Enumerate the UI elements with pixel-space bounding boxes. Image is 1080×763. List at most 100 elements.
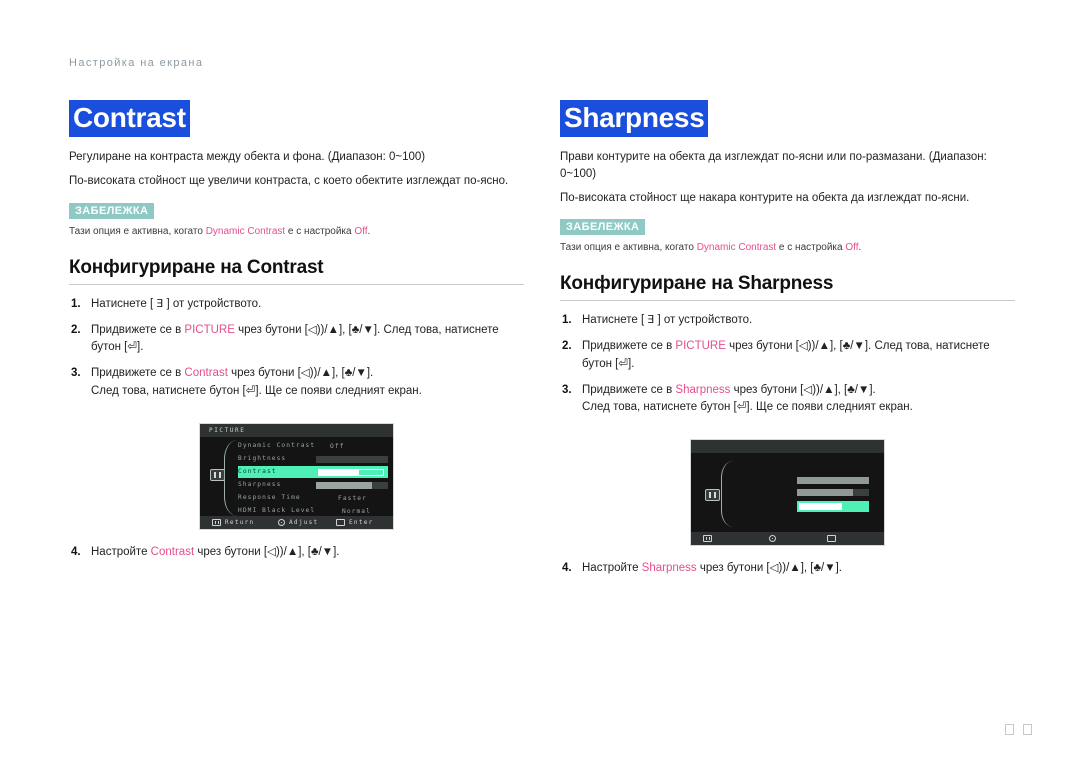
osd-bar-3-selected[interactable] [797,501,869,513]
step-number: 4. [71,545,81,558]
step-number: 4. [562,562,572,575]
contrast-description-2: По-високата стойност ще увеличи контраст… [69,174,509,187]
osd-screenshot-wrapper-sharpness [560,425,1015,547]
note-value: Off [354,225,368,237]
step-number: 1. [71,297,81,310]
osd-screenshot-sharpness [690,439,885,547]
osd-menu-title: PICTURE [200,423,393,437]
note-end: . [858,242,862,254]
osd-bar-1[interactable] [797,477,869,485]
contrast-description-1: Регулиране на контраста между обекта и ф… [69,151,426,164]
config-heading-contrast: Конфигуриране на Contrast [69,257,524,285]
enter-icon [827,535,836,543]
step-text-line2: След това, натиснете бутон [⏎]. Ще се по… [582,401,913,414]
osd-footer-adjust[interactable]: Adjust [278,518,319,526]
steps-list-contrast: 1. Натиснете [ Ǝ ] от устройството. 2. При… [69,296,524,400]
step-term: Sharpness [641,562,697,575]
osd-menu-title [691,440,884,454]
osd-row-label: Contrast [238,467,277,475]
column-sharpness: Sharpness Прави контурите на обекта да и… [560,100,1015,578]
osd-footer-adjust[interactable] [769,535,780,543]
step-text-pre: Придвижете се в [91,323,185,336]
step-text-pre: Настройте [91,545,151,558]
step-text-pre: Придвижете се в [91,367,185,380]
osd-row-sharpness[interactable]: Sharpness [238,480,388,492]
step-number: 2. [71,323,81,336]
step-text-post: чрез бутони [◁))/▲], [♣/▼]. [227,367,374,380]
footer-glyph-2 [1023,724,1032,735]
osd-row-response-time[interactable]: Response Time Faster [238,493,388,505]
osd-row-value: Off [330,442,345,450]
osd-footer-return[interactable]: Return [212,518,255,526]
step-text-post: чрез бутони [◁))/▲], [♣/▼]. [194,545,340,558]
note-end: . [367,225,371,237]
step-item-3: 3. Придвижете се в Sharpness чрез бутони … [560,382,1015,417]
sharpness-description-2: По-високата стойност ще накара контурите… [560,191,970,204]
step-term: PICTURE [675,340,726,353]
step-term: Contrast [150,545,195,558]
note-term: Dynamic Contrast [205,225,286,237]
osd-footer-return[interactable] [703,535,716,543]
step-text-post: чрез бутони [◁))/▲], [♣/▼]. [696,562,843,575]
osd-row-label: HDMI Black Level [238,506,316,514]
note-text-sharpness: Тази опция е активна, когато Dynamic Con… [560,241,1015,255]
step-item-4-contrast: 4. Настройте Contrast чрез бутони [◁))/▲]… [69,544,524,561]
osd-bar-2[interactable] [797,489,869,497]
step-text-pre: Настройте [582,562,642,575]
osd-screenshot-wrapper-contrast: PICTURE Dynamic Contrast Off Brightness [69,409,524,530]
step-number: 2. [562,340,572,353]
step-text-post: ] от устройството. [163,297,262,310]
osd-row-dynamic-contrast[interactable]: Dynamic Contrast Off [238,441,388,453]
footer-glyph-placeholders [1005,724,1032,735]
step-term: Sharpness [675,383,731,396]
step-text-pre: Натиснете [ [582,314,648,327]
note-badge-sharpness: ЗАБЕЛЕЖКА [560,219,646,236]
osd-row-slider[interactable] [318,468,384,476]
step-text-pre: Придвижете се в [582,340,676,353]
osd-footer-enter[interactable] [827,535,840,543]
step-item-4-sharpness: 4. Настройте Sharpness чрез бутони [◁))/▲… [560,560,1015,577]
enter-icon [336,518,345,526]
step-text-line2: След това, натиснете бутон [⏎]. Ще се по… [91,384,422,397]
osd-footer-label: Return [225,518,255,526]
column-contrast: Contrast Регулиране на контраста между о… [69,100,524,561]
osd-body: Dynamic Contrast Off Brightness Contrast [200,436,393,519]
osd-row-label: Dynamic Contrast [238,441,316,449]
osd-row-label: Brightness [238,454,287,462]
osd-footer-bar [691,532,884,546]
osd-footer-bar: Return Adjust Enter [200,515,393,529]
note-value: Off [845,242,859,254]
menu-icon [703,535,712,543]
breadcrumb: Настройка на екрана [69,57,204,69]
step-item-1: 1. Натиснете [ Ǝ ] от устройството. [560,312,1015,329]
step-text-pre: Натиснете [ [91,297,157,310]
osd-row-brightness[interactable]: Brightness [238,454,388,466]
page-title-sharpness: Sharpness [560,100,709,138]
config-heading-sharpness: Конфигуриране на Sharpness [560,273,1015,302]
osd-row-label: Sharpness [238,480,282,488]
step-text-post: ] от устройството. [654,314,753,327]
osd-footer-enter[interactable]: Enter [336,518,374,526]
osd-footer-label: Enter [349,518,374,526]
adjust-icon [769,535,776,543]
manual-page: Настройка на екрана Contrast Регулиране … [0,0,1080,763]
step-term: Contrast [184,367,228,380]
step-number: 3. [71,367,81,380]
osd-row-slider[interactable] [316,481,388,489]
osd-row-contrast[interactable]: Contrast [238,465,388,479]
adjust-icon [278,518,285,526]
osd-row-value: Faster [338,494,367,502]
osd-footer-label: Adjust [289,518,319,526]
step-item-3: 3. Придвижете се в Contrast чрез бутони [… [69,365,524,400]
note-badge-contrast: ЗАБЕЛЕЖКА [69,202,155,219]
step-term: PICTURE [184,323,235,336]
note-prefix: Тази опция е активна, когато [69,225,206,237]
osd-body [691,453,884,535]
osd-row-value: Normal [342,507,371,515]
osd-menu-rows: Dynamic Contrast Off Brightness Contrast [238,441,388,519]
osd-row-slider[interactable] [316,455,388,463]
note-term: Dynamic Contrast [696,242,777,254]
page-title-contrast: Contrast [69,100,190,138]
osd-menu-bars [797,477,869,517]
note-middle: е с настройка [776,242,846,254]
